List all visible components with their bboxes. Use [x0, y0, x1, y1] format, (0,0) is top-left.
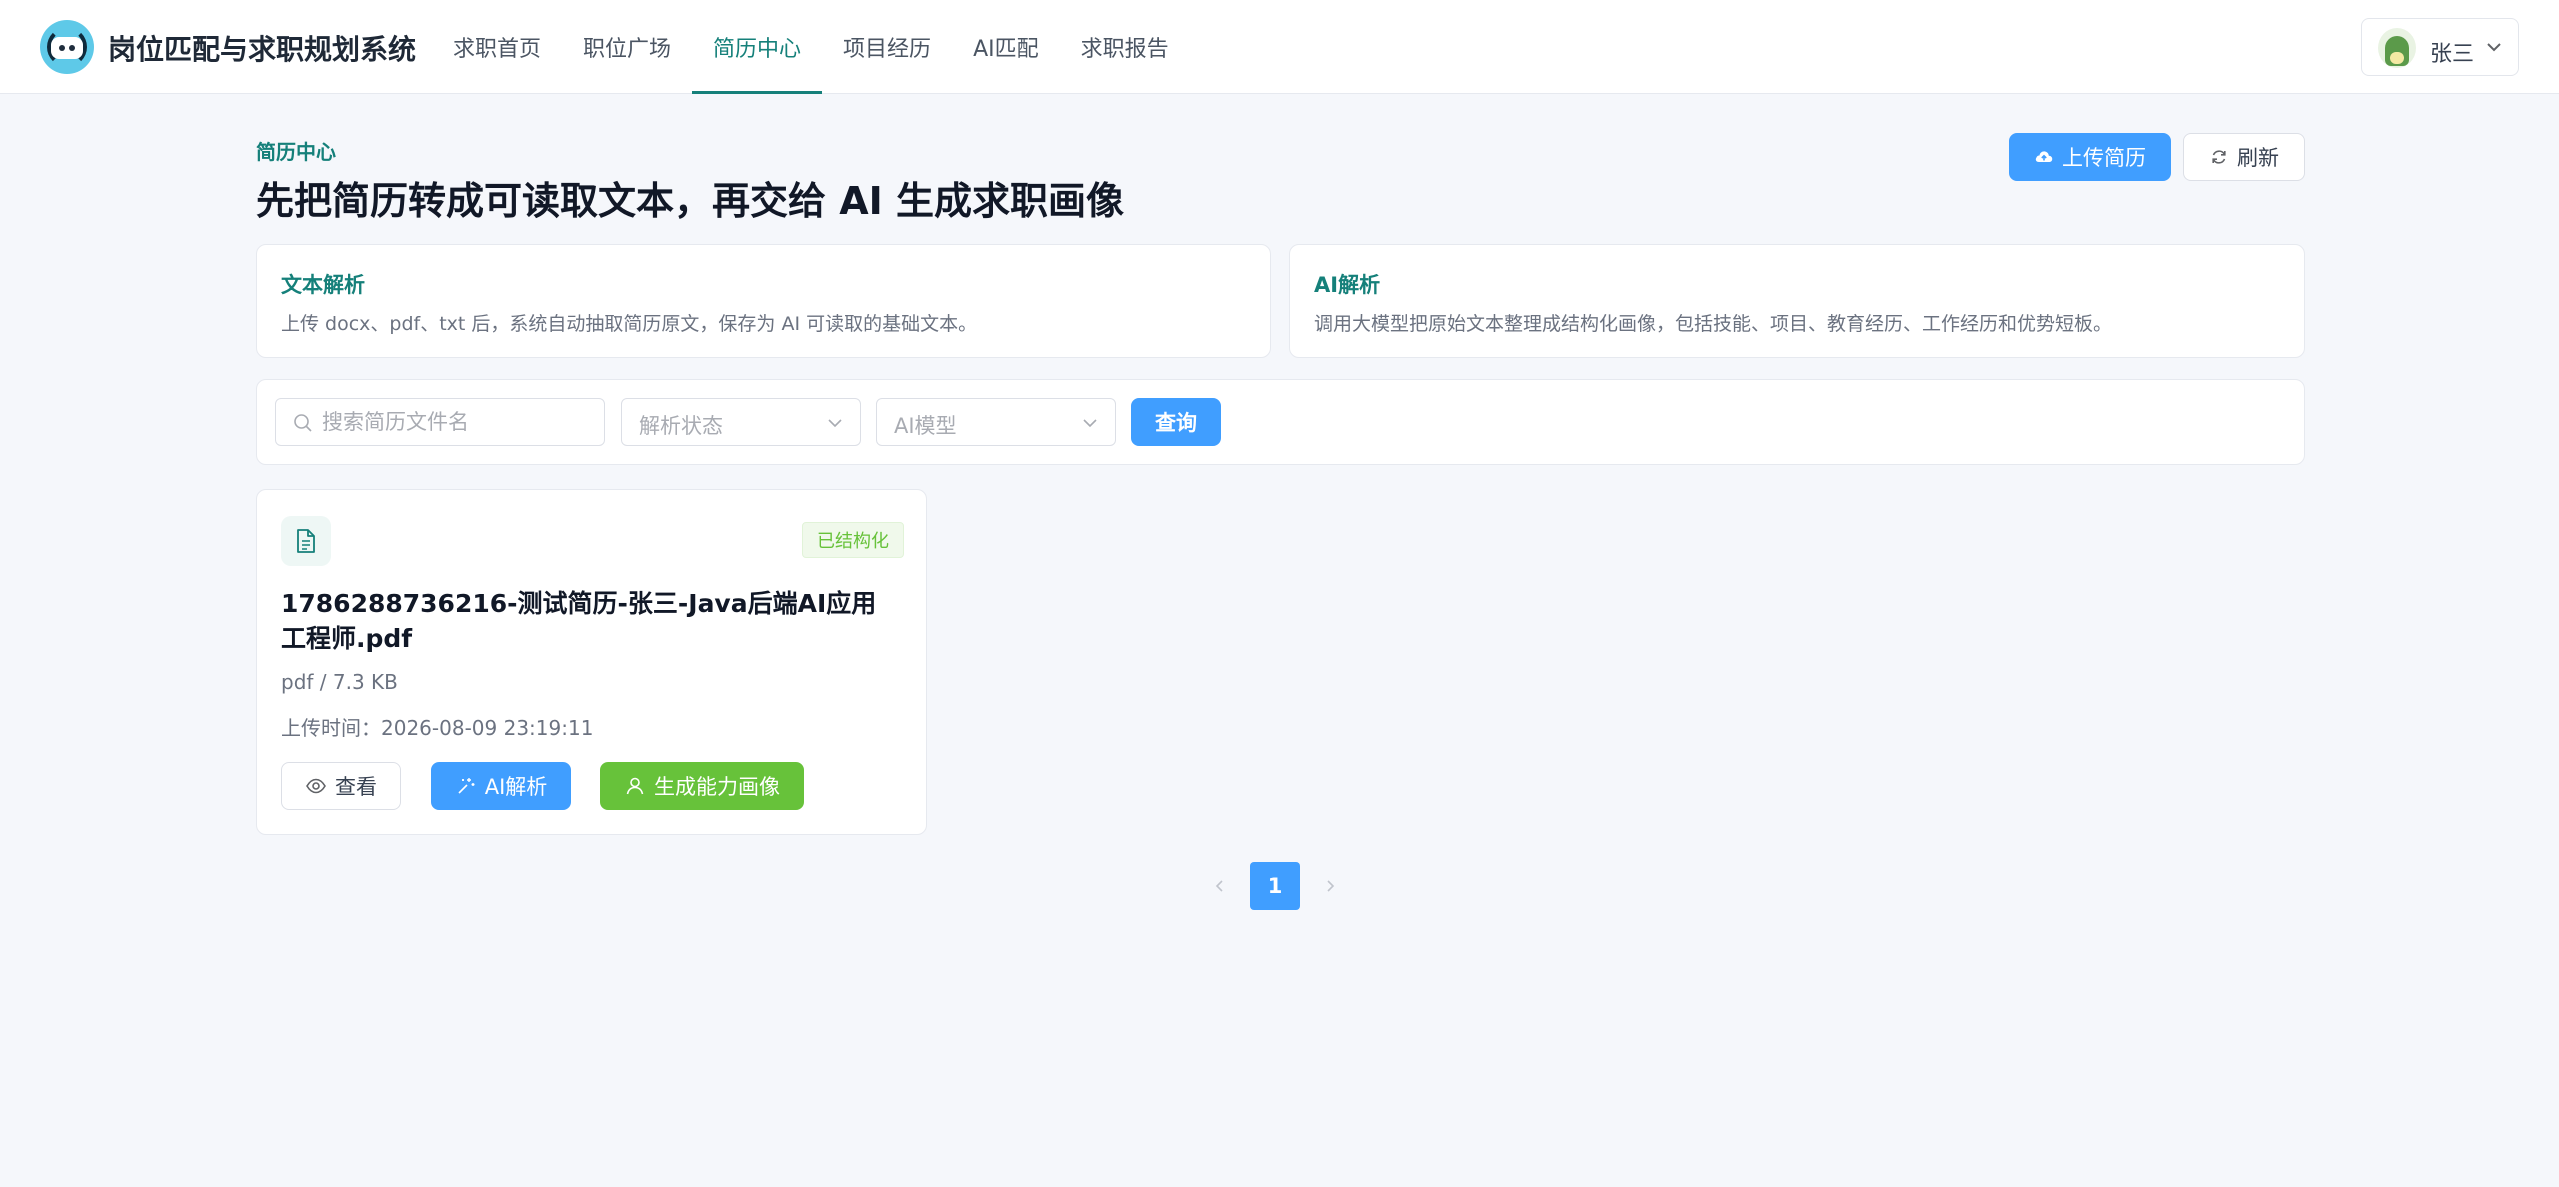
robot-eye-right: [69, 45, 75, 51]
nav-item-reports[interactable]: 求职报告: [1060, 0, 1190, 94]
chevron-left-icon: [1215, 880, 1223, 892]
info-card-desc: 上传 docx、pdf、txt 后，系统自动抽取简历原文，保存为 AI 可读取的…: [281, 313, 978, 335]
status-badge: 已结构化: [802, 522, 904, 558]
resume-file-meta: pdf / 7.3 KB: [281, 670, 398, 694]
robot-face: [51, 37, 83, 59]
chevron-right-icon: [1327, 880, 1335, 892]
nav-item-projects[interactable]: 项目经历: [822, 0, 952, 94]
ai-parse-button-label: AI解析: [484, 775, 548, 799]
section-eyebrow: 简历中心: [256, 140, 336, 164]
nav-item-resume-center[interactable]: 简历中心: [692, 0, 823, 94]
search-icon: [294, 414, 312, 432]
magic-wand-icon: [458, 778, 475, 794]
avatar-belly: [2390, 52, 2404, 64]
model-select-placeholder: AI模型: [894, 414, 957, 438]
nav-item-jobs[interactable]: 职位广场: [562, 0, 692, 94]
robot-logo-icon[interactable]: [40, 20, 94, 74]
model-select[interactable]: AI模型: [876, 398, 1116, 446]
app-title[interactable]: 岗位匹配与求职规划系统: [108, 28, 416, 68]
info-card-title: 文本解析: [281, 273, 365, 297]
upload-time-value: 2026-08-09 23:19:11: [381, 716, 594, 740]
refresh-button-label: 刷新: [2237, 146, 2279, 170]
upload-button-label: 上传简历: [2062, 146, 2146, 170]
next-page-button[interactable]: [1306, 862, 1354, 910]
page-number-current[interactable]: 1: [1250, 862, 1300, 910]
chevron-down-icon: [1083, 419, 1097, 428]
query-button-label: 查询: [1155, 411, 1197, 435]
document-icon: [281, 516, 331, 566]
search-field[interactable]: [275, 398, 605, 446]
upload-time-label: 上传时间：: [281, 716, 381, 740]
info-card-title: AI解析: [1314, 273, 1381, 297]
generate-profile-button[interactable]: 生成能力画像: [600, 762, 804, 810]
file-text-icon: [297, 529, 315, 553]
nav-item-home[interactable]: 求职首页: [432, 0, 562, 94]
refresh-icon: [2212, 150, 2226, 164]
chevron-down-icon: [828, 419, 842, 428]
eye-icon: [306, 778, 326, 794]
page-title: 先把简历转成可读取文本，再交给 AI 生成求职画像: [256, 179, 1125, 223]
user-name: 张三: [2430, 42, 2475, 67]
user-icon: [626, 777, 644, 795]
query-button[interactable]: 查询: [1131, 398, 1221, 446]
main-nav: 求职首页 职位广场 简历中心 项目经历 AI匹配 求职报告: [432, 0, 1190, 94]
nav-item-ai-match[interactable]: AI匹配: [952, 0, 1060, 94]
ai-parse-button[interactable]: AI解析: [431, 762, 571, 810]
info-card-desc: 调用大模型把原始文本整理成结构化画像，包括技能、项目、教育经历、工作经历和优势短…: [1314, 313, 2113, 335]
view-button[interactable]: 查看: [281, 762, 401, 810]
view-button-label: 查看: [335, 775, 377, 799]
upload-resume-button[interactable]: 上传简历: [2009, 133, 2171, 181]
resume-file-name: 1786288736216-测试简历-张三-Java后端AI应用工程师.pdf: [281, 589, 877, 653]
status-select-placeholder: 解析状态: [639, 414, 723, 438]
chevron-down-icon: [2487, 43, 2501, 52]
info-card-ai-parse: AI解析 调用大模型把原始文本整理成结构化画像，包括技能、项目、教育经历、工作经…: [1289, 244, 2305, 358]
top-navbar: 岗位匹配与求职规划系统 求职首页 职位广场 简历中心 项目经历 AI匹配 求职报…: [0, 0, 2559, 94]
search-input[interactable]: [322, 399, 592, 445]
robot-eye-left: [59, 45, 65, 51]
cloud-upload-icon: [2035, 151, 2053, 162]
status-select[interactable]: 解析状态: [621, 398, 861, 446]
resume-upload-time: 上传时间：2026-08-09 23:19:11: [281, 712, 593, 741]
filter-bar: 解析状态 AI模型 查询: [256, 379, 2305, 465]
resume-card: 已结构化 1786288736216-测试简历-张三-Java后端AI应用工程师…: [256, 489, 927, 835]
info-card-text-parse: 文本解析 上传 docx、pdf、txt 后，系统自动抽取简历原文，保存为 AI…: [256, 244, 1271, 358]
prev-page-button[interactable]: [1196, 862, 1244, 910]
user-menu[interactable]: 张三: [2361, 18, 2519, 76]
refresh-button[interactable]: 刷新: [2183, 133, 2305, 181]
generate-profile-button-label: 生成能力画像: [654, 775, 780, 799]
avatar: [2378, 28, 2416, 68]
pagination: 1: [1196, 862, 1354, 910]
